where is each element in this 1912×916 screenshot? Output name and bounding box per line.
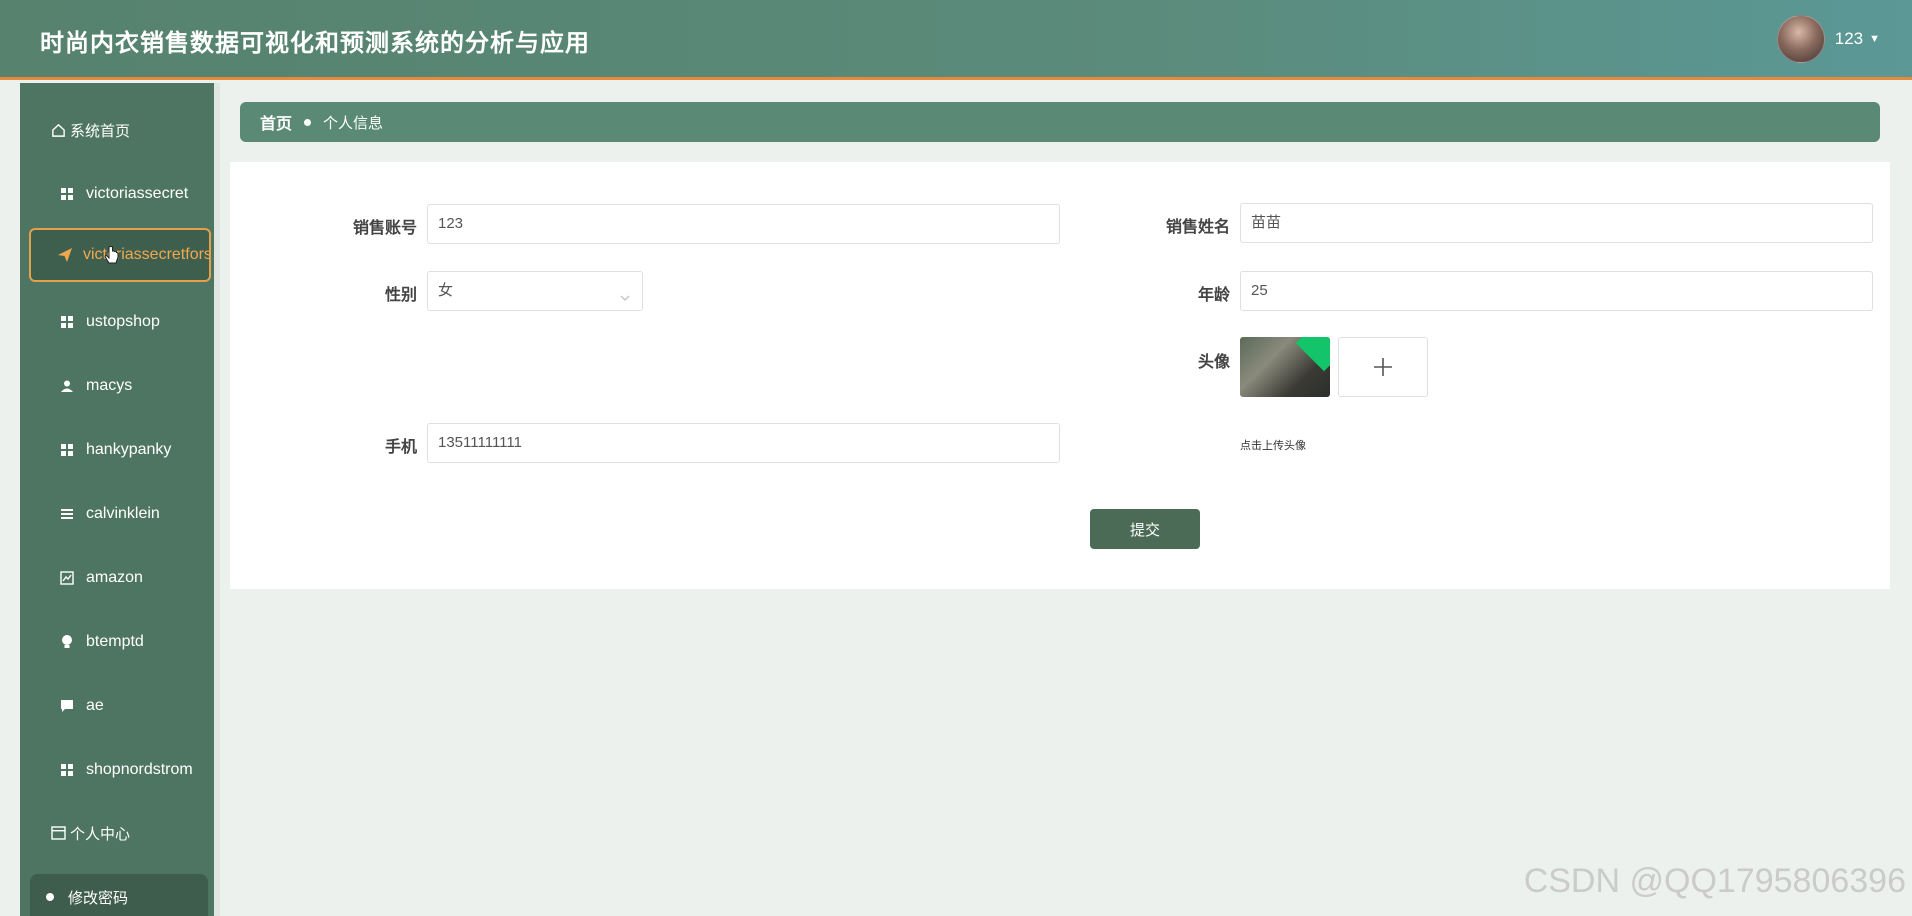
breadcrumb: 首页 个人信息 [240, 102, 1880, 142]
sidebar-item-label: victoriassecretforsale [83, 246, 211, 263]
user-avatar[interactable] [1776, 15, 1825, 63]
breadcrumb-separator-icon [304, 118, 312, 126]
upload-success-badge [1295, 337, 1330, 372]
account-label: 销售账号 [352, 220, 417, 237]
sidebar-item-label: ustopshop [86, 313, 160, 330]
send-icon [57, 247, 73, 263]
app-title: 时尚内衣销售数据可视化和预测系统的分析与应用 [40, 30, 590, 57]
sidebar-item-label: macys [86, 377, 133, 394]
grid-icon [58, 187, 76, 201]
plus-icon [1374, 358, 1392, 376]
gender-label: 性别 [384, 287, 417, 304]
sidebar-item-label: 系统首页 [70, 122, 131, 140]
name-input[interactable]: 苗苗 [1240, 203, 1873, 243]
sidebar-item-label: calvinklein [86, 505, 160, 522]
list-icon [58, 507, 76, 521]
age-label: 年龄 [1197, 287, 1230, 304]
sidebar-item-victoriassecret[interactable]: victoriassecret [20, 168, 220, 220]
gender-select-value: 女 [438, 282, 454, 299]
grid-icon [58, 763, 76, 777]
chevron-down-icon [618, 282, 632, 320]
grid-icon [58, 443, 76, 457]
home-icon [50, 123, 66, 138]
sidebar-item-victoriassecretforsale[interactable]: victoriassecretforsale [29, 228, 211, 282]
username: 123 [1834, 29, 1864, 48]
grid-icon [58, 315, 76, 329]
sidebar-item-personal-center[interactable]: 个人中心 [20, 807, 220, 859]
account-input[interactable]: 123 [427, 204, 1060, 244]
sidebar-item-ae[interactable]: ae [20, 680, 220, 732]
avatar-upload-button[interactable] [1338, 337, 1428, 397]
avatar-thumbnail[interactable] [1240, 337, 1330, 397]
sidebar-item-home[interactable]: 系统首页 [20, 104, 220, 156]
sidebar-item-btemptd[interactable]: btemptd [20, 616, 220, 668]
sidebar-item-label: ae [86, 697, 104, 714]
sidebar-item-label: victoriassecret [86, 185, 189, 202]
phone-label: 手机 [384, 439, 417, 456]
avatar-label: 头像 [1197, 354, 1230, 371]
bulb-icon [58, 634, 76, 650]
sidebar-item-ustopshop[interactable]: ustopshop [20, 296, 220, 348]
sidebar-item-shopnordstrom[interactable]: shopnordstrom [20, 744, 220, 796]
mouse-cursor-icon [104, 246, 120, 271]
sidebar-item-macys[interactable]: macys [20, 360, 220, 412]
comment-icon [58, 699, 76, 713]
user-menu[interactable]: 123 ▼ [1776, 15, 1880, 63]
phone-input[interactable]: 13511111111 [427, 423, 1060, 463]
top-header: 时尚内衣销售数据可视化和预测系统的分析与应用 123 ▼ [0, 0, 1912, 80]
user-icon [58, 379, 76, 393]
breadcrumb-current: 个人信息 [323, 114, 384, 132]
sidebar: 系统首页 victoriassecret victoriassecretfors… [20, 83, 220, 916]
sidebar-item-calvinklein[interactable]: calvinklein [20, 488, 220, 540]
sidebar-item-label: btemptd [86, 633, 144, 650]
age-input[interactable]: 25 [1240, 271, 1873, 311]
sidebar-scrollbar[interactable] [214, 83, 220, 916]
card-icon [50, 826, 66, 840]
chart-icon [58, 571, 76, 585]
sidebar-item-label: 个人中心 [70, 825, 131, 843]
submit-button[interactable]: 提交 [1090, 509, 1200, 549]
sidebar-item-label: 修改密码 [68, 889, 129, 907]
avatar-upload-tip: 点击上传头像 [1240, 440, 1306, 452]
sidebar-item-amazon[interactable]: amazon [20, 552, 220, 604]
sidebar-item-label: amazon [86, 569, 143, 586]
sidebar-item-change-password[interactable]: 修改密码 [30, 874, 208, 916]
sidebar-item-label: hankypanky [86, 441, 172, 458]
sidebar-item-hankypanky[interactable]: hankypanky [20, 424, 220, 476]
bullet-icon [46, 893, 54, 901]
sidebar-item-label: shopnordstrom [86, 761, 193, 778]
breadcrumb-home[interactable]: 首页 [260, 110, 292, 134]
caret-down-icon: ▼ [1869, 33, 1880, 45]
watermark: CSDN @QQ1795806396 [1523, 862, 1906, 900]
gender-select[interactable]: 女 [427, 271, 643, 311]
name-label: 销售姓名 [1165, 219, 1230, 236]
